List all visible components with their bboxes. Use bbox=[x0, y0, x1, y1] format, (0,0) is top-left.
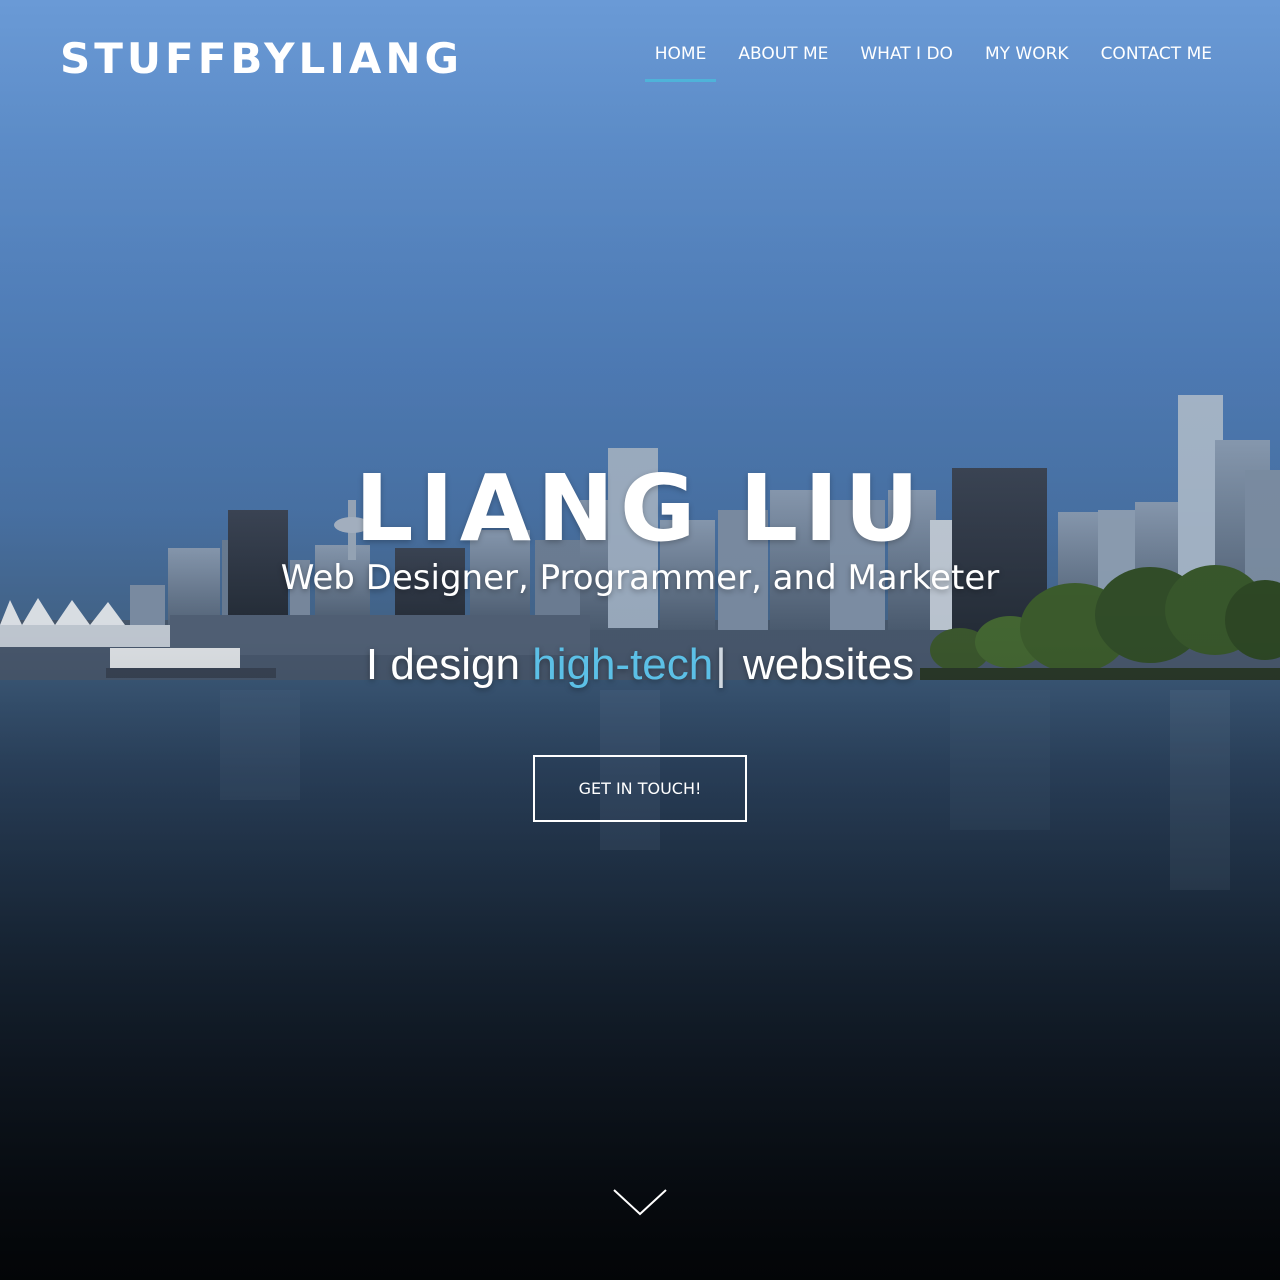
site-logo[interactable]: STUFFBYLIANG bbox=[60, 34, 463, 83]
typing-cursor: | bbox=[715, 640, 727, 689]
tagline-suffix: websites bbox=[730, 640, 915, 689]
get-in-touch-button[interactable]: GET IN TOUCH! bbox=[533, 755, 747, 822]
tagline-highlight: high-tech bbox=[532, 640, 714, 689]
hero-section: STUFFBYLIANG HOME ABOUT ME WHAT I DO MY … bbox=[0, 0, 1280, 1280]
nav-item-home[interactable]: HOME bbox=[639, 38, 723, 82]
chevron-down-icon[interactable] bbox=[612, 1186, 668, 1218]
tagline-prefix: I design bbox=[365, 640, 533, 689]
hero-tagline: I design high-tech| websites bbox=[0, 640, 1280, 690]
nav-item-what-i-do[interactable]: WHAT I DO bbox=[844, 38, 969, 82]
main-navigation: HOME ABOUT ME WHAT I DO MY WORK CONTACT … bbox=[639, 38, 1228, 82]
nav-item-contact-me[interactable]: CONTACT ME bbox=[1085, 38, 1228, 82]
hero-name: LIANG LIU bbox=[354, 455, 926, 562]
nav-item-my-work[interactable]: MY WORK bbox=[969, 38, 1085, 82]
hero-subtitle: Web Designer, Programmer, and Marketer bbox=[280, 558, 1000, 598]
nav-item-about-me[interactable]: ABOUT ME bbox=[722, 38, 844, 82]
